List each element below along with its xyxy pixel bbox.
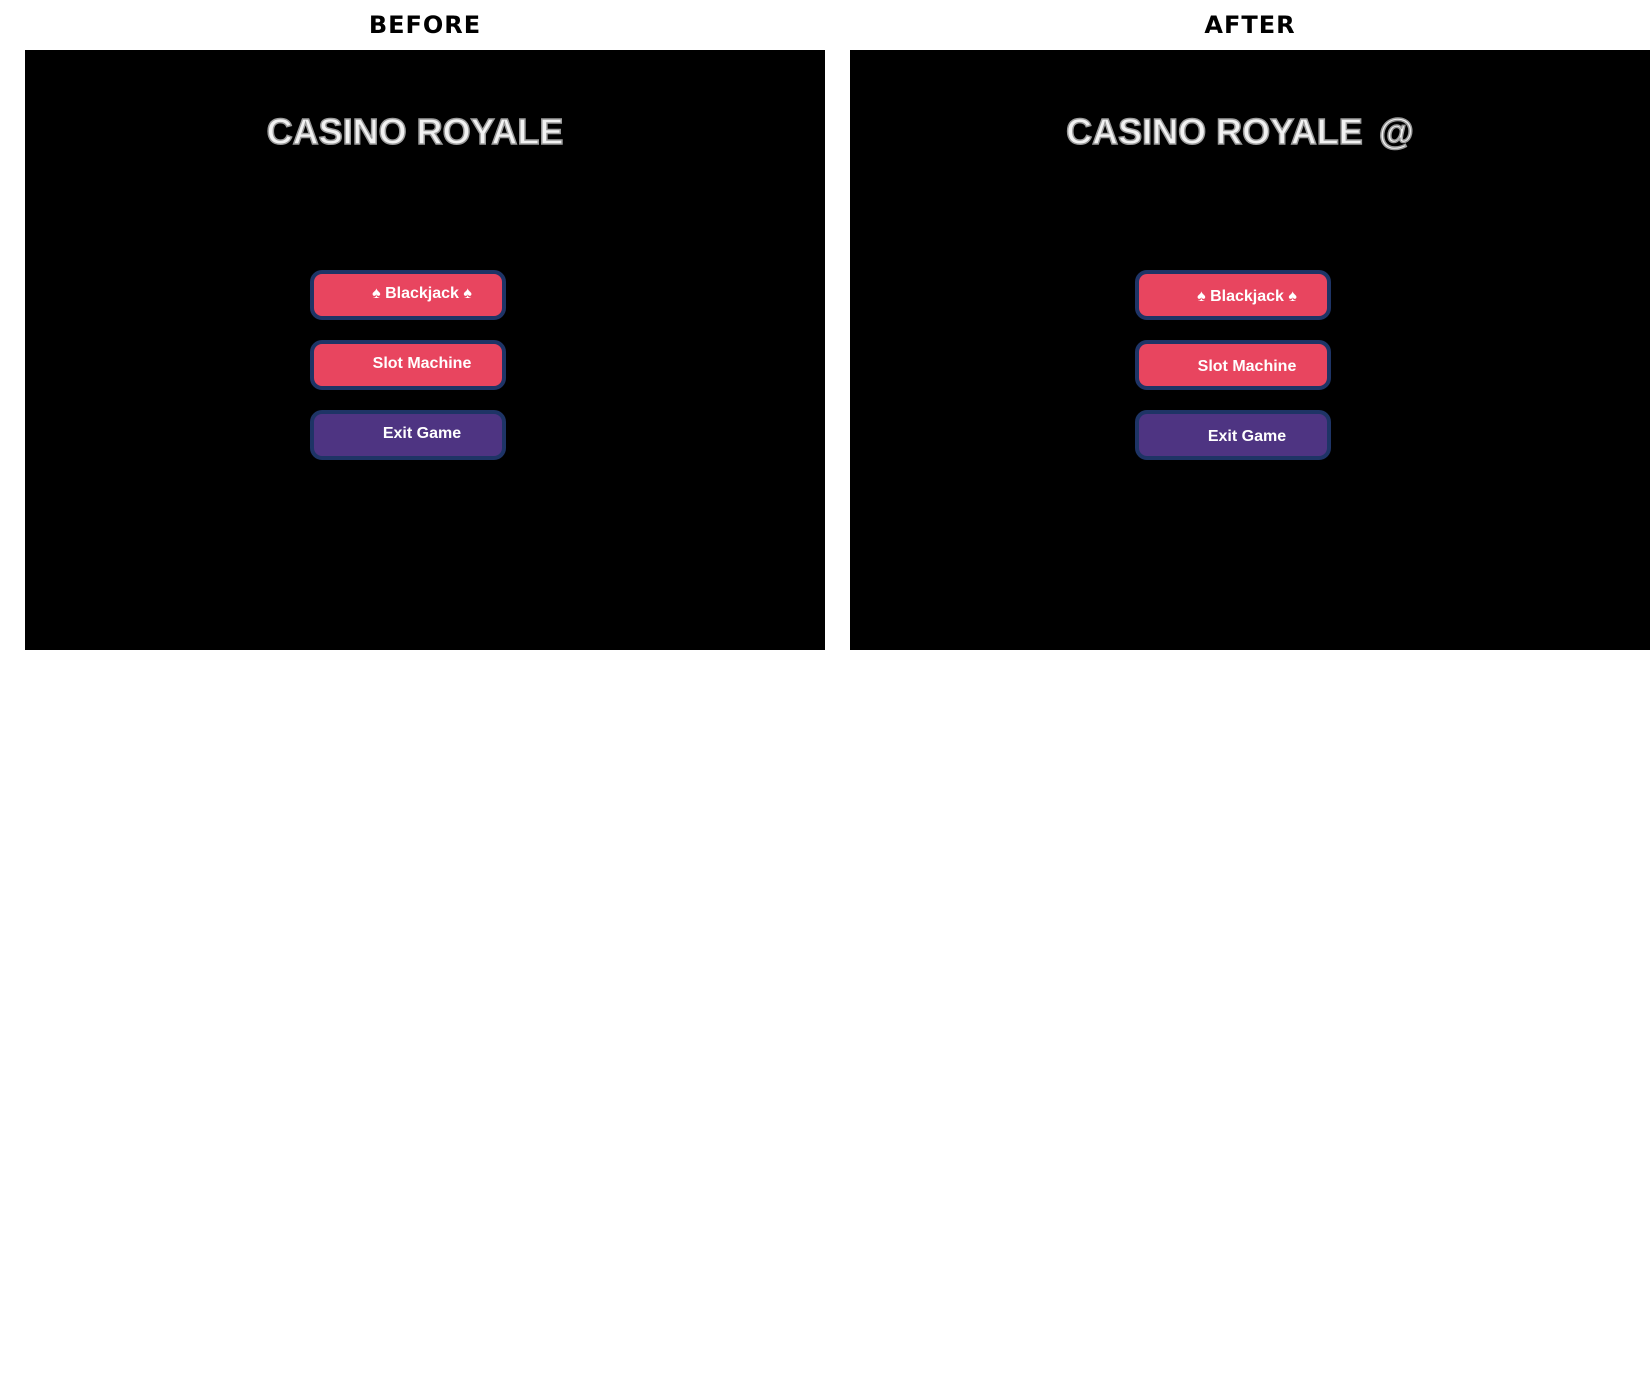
game-title: CASINO ROYALE @ <box>850 110 1630 154</box>
game-title-extra-glyph: @ <box>1378 110 1415 153</box>
blackjack-button[interactable]: ♠ Blackjack ♠ <box>1135 270 1331 320</box>
game-title-text: CASINO ROYALE <box>266 110 564 153</box>
exit-game-button-label: Exit Game <box>382 425 462 442</box>
blackjack-button-label: ♠ Blackjack ♠ <box>372 285 472 302</box>
exit-game-button[interactable]: Exit Game <box>1135 410 1331 460</box>
slot-machine-button[interactable]: Slot Machine <box>1135 340 1331 390</box>
slot-machine-button-label: Slot Machine <box>1197 358 1297 375</box>
slot-machine-button-label: Slot Machine <box>372 355 472 372</box>
before-game-screen: CASINO ROYALE ♠ Blackjack ♠ Slot Machine… <box>25 50 825 650</box>
blackjack-button[interactable]: ♠ Blackjack ♠ <box>310 270 506 320</box>
before-panel-heading: BEFORE <box>368 11 482 39</box>
game-title: CASINO ROYALE <box>25 110 805 154</box>
slot-machine-button[interactable]: Slot Machine <box>310 340 506 390</box>
game-title-text: CASINO ROYALE <box>1065 110 1363 153</box>
after-game-screen: CASINO ROYALE @ ♠ Blackjack ♠ Slot Machin… <box>850 50 1650 650</box>
exit-game-button-label: Exit Game <box>1207 428 1287 445</box>
blackjack-button-label: ♠ Blackjack ♠ <box>1197 288 1297 305</box>
after-panel-heading: AFTER <box>1204 11 1296 39</box>
exit-game-button[interactable]: Exit Game <box>310 410 506 460</box>
